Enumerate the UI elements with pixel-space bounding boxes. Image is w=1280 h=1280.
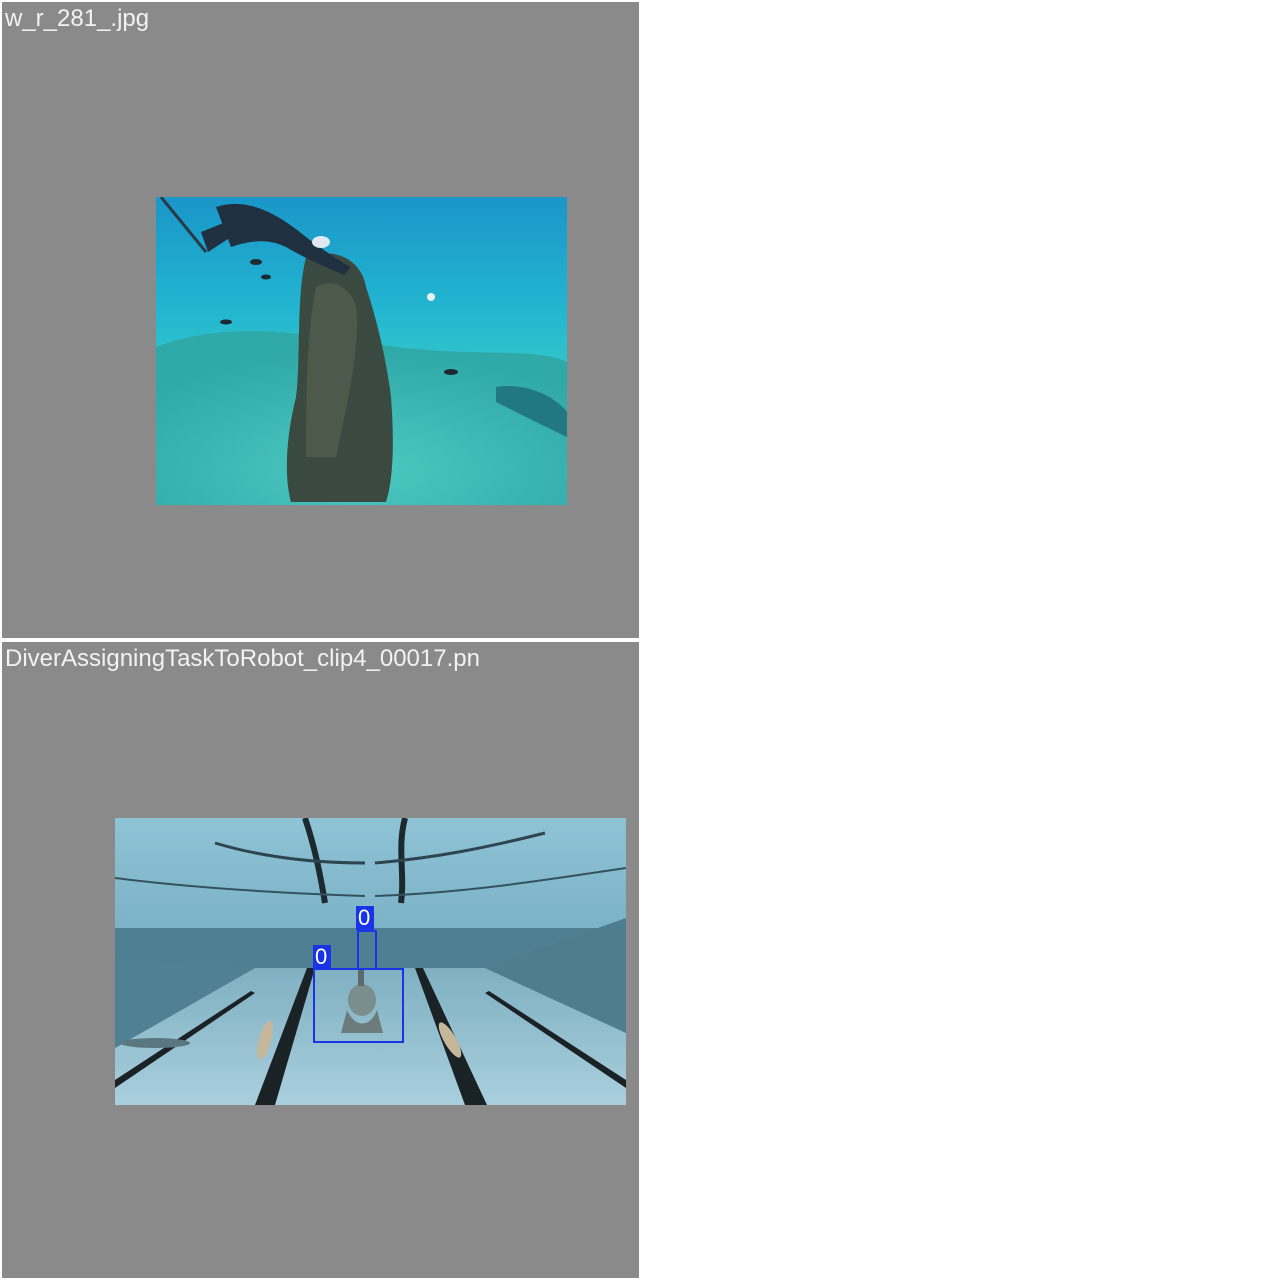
filename-label: DiverAssigningTaskToRobot_clip4_00017.pn: [5, 645, 480, 672]
underwater-photo: [156, 197, 567, 505]
detection-class-label: 0: [313, 945, 331, 969]
image-tile-2[interactable]: DiverAssigningTaskToRobot_clip4_00017.pn: [2, 642, 639, 1278]
detection-box: [357, 930, 377, 970]
image-tile-1[interactable]: w_r_281_.jpg: [2, 2, 639, 638]
detection-class-label: 0: [356, 906, 374, 930]
pool-photo: 0 0: [115, 818, 626, 1105]
detection-box: [313, 968, 404, 1043]
underwater-scene-image: [156, 197, 567, 505]
filename-label: w_r_281_.jpg: [5, 5, 150, 32]
